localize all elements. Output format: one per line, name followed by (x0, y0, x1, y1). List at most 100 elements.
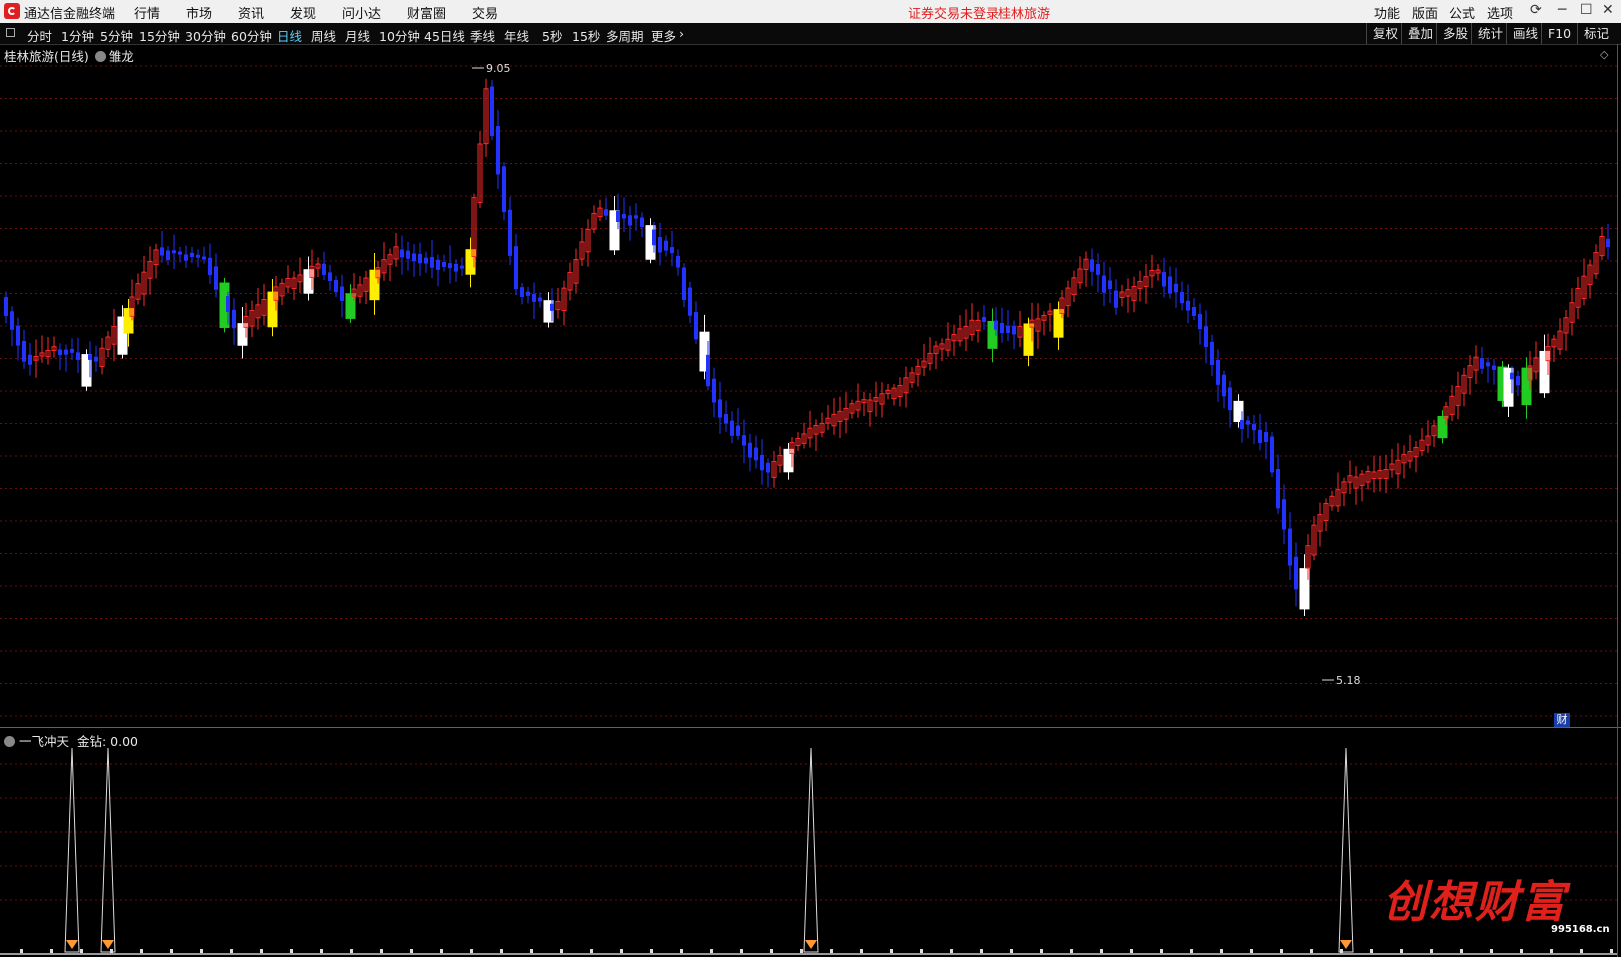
period-tab-quarterly[interactable]: 季线 (470, 26, 495, 45)
tick-mark (500, 949, 503, 953)
period-tab-15min[interactable]: 15分钟 (139, 26, 180, 45)
candle-body (1516, 376, 1520, 386)
candle-body (1246, 420, 1250, 425)
tick-mark (1070, 949, 1073, 953)
period-tab-45day[interactable]: 45日线 (424, 26, 465, 45)
candle-body (766, 462, 770, 473)
candle-body (430, 256, 434, 268)
candle-body (736, 425, 740, 436)
candle-body (58, 349, 62, 356)
candle-body (190, 252, 194, 257)
tool-stats-button[interactable]: 统计 (1471, 23, 1509, 44)
tick-mark (1460, 949, 1463, 953)
close-icon[interactable]: ✕ (1602, 2, 1614, 18)
candle-body (406, 250, 410, 259)
period-tab-daily[interactable]: 日线 (277, 26, 302, 45)
spike-signal (100, 747, 116, 953)
candle-body (196, 254, 200, 258)
tick-mark (380, 949, 383, 953)
candle-body (514, 246, 518, 290)
candle-body (520, 287, 524, 297)
tool-adjust-button[interactable]: 复权 (1366, 23, 1404, 44)
candle-body (526, 291, 530, 296)
period-tab-weekly[interactable]: 周线 (311, 26, 336, 45)
tool-f10-button[interactable]: F10 (1541, 23, 1577, 44)
menu-item-formula[interactable]: 公式 (1449, 3, 1475, 22)
menu-item-wealth-circle[interactable]: 财富圈 (407, 3, 446, 22)
candle-body (490, 86, 494, 137)
candle-body (1486, 362, 1490, 367)
login-notice[interactable]: 证券交易未登录 (908, 3, 999, 22)
candle-body (496, 126, 500, 175)
menu-item-functions[interactable]: 功能 (1374, 3, 1400, 22)
candle-body (676, 255, 680, 268)
menu-item-quotes[interactable]: 行情 (134, 3, 160, 22)
candle-body (226, 296, 230, 312)
candle-body (628, 215, 632, 226)
chevron-right-icon[interactable]: › (679, 26, 684, 41)
candle-body (1198, 314, 1202, 330)
tool-multistock-button[interactable]: 多股 (1436, 23, 1474, 44)
period-tab-60min[interactable]: 60分钟 (231, 26, 272, 45)
menu-item-discover[interactable]: 发现 (290, 3, 316, 22)
candle-body (1258, 429, 1262, 443)
period-tab-more[interactable]: 更多 (651, 26, 676, 45)
candle-body (76, 352, 80, 360)
menu-item-options[interactable]: 选项 (1487, 3, 1513, 22)
period-tab-30min[interactable]: 30分钟 (185, 26, 226, 45)
period-tab-5sec[interactable]: 5秒 (542, 26, 562, 45)
tick-mark (170, 949, 173, 953)
tick-mark (830, 949, 833, 953)
period-tab-monthly[interactable]: 月线 (345, 26, 370, 45)
menu-item-market[interactable]: 市场 (186, 3, 212, 22)
tool-draw-button[interactable]: 画线 (1506, 23, 1544, 44)
candle-body (538, 297, 542, 302)
period-tab-timeshare[interactable]: 分时 (27, 26, 52, 45)
candle-body (502, 166, 506, 213)
candle-body (688, 287, 692, 316)
price-chart[interactable]: 9.05 5.18 (0, 60, 1617, 727)
tool-mark-button[interactable]: 标记 (1577, 23, 1615, 44)
maximize-icon[interactable]: ☐ (1580, 2, 1593, 18)
finance-badge[interactable]: 财 (1554, 713, 1570, 727)
period-tab-15sec[interactable]: 15秒 (572, 26, 600, 45)
menu-item-trade[interactable]: 交易 (472, 3, 498, 22)
candle-body (664, 240, 668, 251)
candle-body (436, 259, 440, 270)
candle-body (70, 348, 74, 353)
period-tab-yearly[interactable]: 年线 (504, 26, 529, 45)
candle-body (1510, 372, 1514, 380)
watermark-url: 995168.cn (1551, 924, 1610, 935)
period-tab-multi[interactable]: 多周期 (606, 26, 644, 45)
tick-mark (680, 949, 683, 953)
minimize-icon[interactable]: ─ (1558, 2, 1566, 18)
tool-overlay-button[interactable]: 叠加 (1401, 23, 1439, 44)
tick-mark (1250, 949, 1253, 953)
tick-mark (470, 949, 473, 953)
tick-mark (1520, 949, 1523, 953)
candle-body (694, 312, 698, 340)
candle-body (448, 263, 452, 269)
tick-mark (290, 949, 293, 953)
candle-body (1288, 528, 1292, 566)
period-tab-10min[interactable]: 10分钟 (379, 26, 420, 45)
candle-body (94, 356, 98, 362)
sidebar-toggle-icon[interactable] (6, 28, 15, 37)
refresh-icon[interactable]: ⟳ (1530, 2, 1542, 18)
candle-body (22, 341, 26, 362)
candle-body (730, 420, 734, 436)
candle-body (166, 250, 170, 261)
tick-mark (410, 949, 413, 953)
indicator-chart[interactable] (0, 728, 1617, 957)
menu-item-ask[interactable]: 问小达 (342, 3, 381, 22)
tick-mark (1610, 949, 1613, 953)
tick-mark (650, 949, 653, 953)
menu-item-news[interactable]: 资讯 (238, 3, 264, 22)
menu-item-layout[interactable]: 版面 (1412, 3, 1438, 22)
candle-body (724, 414, 728, 424)
tick-mark (530, 949, 533, 953)
period-tab-5min[interactable]: 5分钟 (100, 26, 133, 45)
period-tab-1min[interactable]: 1分钟 (61, 26, 94, 45)
tick-mark (200, 949, 203, 953)
menu-bar: 通达信金融终端 行情 市场 资讯 发现 问小达 财富圈 交易 证券交易未登录 桂… (0, 0, 1621, 23)
